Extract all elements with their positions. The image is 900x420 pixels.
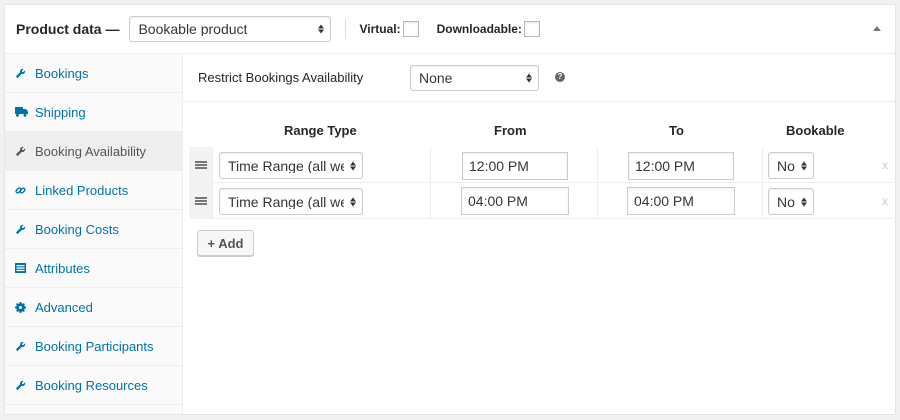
tab-label: Linked Products	[35, 182, 129, 198]
tab-label: Booking Availability	[35, 143, 147, 159]
drag-handle-icon[interactable]	[189, 147, 213, 183]
tab-label: Booking Participants	[35, 338, 154, 354]
column-divider	[597, 183, 598, 219]
gear-icon	[15, 301, 35, 313]
range-type-select[interactable]: Time Range (all week)	[219, 152, 363, 179]
header-divider	[345, 19, 347, 39]
from-time-input[interactable]: 12:00 PM	[462, 152, 568, 180]
tab-label: Booking Resources	[35, 377, 148, 393]
product-data-title: Product data —	[16, 21, 120, 37]
availability-table-header: Range Type From To Bookable	[183, 105, 895, 151]
tab-booking-resources[interactable]: Booking Resources	[5, 366, 182, 405]
tab-shipping[interactable]: Shipping	[5, 93, 182, 132]
wrench-icon	[15, 224, 35, 235]
tab-label: Booking Costs	[35, 221, 119, 237]
truck-icon	[15, 107, 35, 117]
tab-advanced[interactable]: Advanced	[5, 288, 182, 327]
table-row: Time Range (all week) 12:00 PM 12:00 PM …	[189, 147, 892, 183]
virtual-checkbox[interactable]	[402, 21, 419, 37]
bookable-select[interactable]: No	[768, 188, 814, 215]
column-bookable: Bookable	[786, 123, 845, 138]
wrench-icon	[15, 380, 35, 391]
link-icon	[15, 185, 35, 196]
to-time-input[interactable]: 12:00 PM	[628, 152, 734, 180]
range-type-select[interactable]: Time Range (all week)	[219, 188, 363, 215]
help-icon[interactable]: ?	[555, 72, 565, 82]
bookable-select[interactable]: No	[768, 152, 814, 179]
column-to: To	[669, 123, 684, 138]
downloadable-label: Downloadable:	[436, 22, 522, 36]
product-data-tabs: Bookings Shipping Booking Availability L…	[5, 54, 183, 414]
downloadable-checkbox[interactable]	[523, 21, 540, 37]
delete-row-icon[interactable]: x	[882, 194, 888, 208]
product-data-header: Product data — Bookable product Virtual:…	[5, 5, 895, 54]
tab-label: Shipping	[35, 104, 86, 120]
column-from: From	[494, 123, 527, 138]
tab-bookings[interactable]: Bookings	[5, 54, 182, 93]
select-arrows-icon	[318, 24, 325, 34]
select-arrows-icon	[350, 197, 356, 206]
wrench-icon	[15, 341, 35, 352]
restrict-availability-row: Restrict Bookings Availability None ?	[183, 54, 895, 102]
tab-label: Bookings	[35, 65, 89, 81]
tab-booking-availability[interactable]: Booking Availability	[5, 132, 182, 171]
virtual-label: Virtual:	[359, 22, 401, 36]
tab-label: Advanced	[35, 299, 93, 315]
product-type-select[interactable]: Bookable product	[129, 16, 332, 42]
booking-availability-panel: Restrict Bookings Availability None ? Ra…	[183, 54, 895, 414]
select-arrows-icon	[801, 197, 807, 206]
select-arrows-icon	[350, 161, 356, 170]
column-divider	[762, 147, 763, 183]
column-divider	[597, 147, 598, 183]
from-time-input[interactable]: 04:00 PM	[461, 187, 569, 215]
tab-booking-costs[interactable]: Booking Costs	[5, 210, 182, 249]
tab-attributes[interactable]: Attributes	[5, 249, 182, 288]
add-range-button[interactable]: + Add	[197, 230, 254, 256]
to-time-input[interactable]: 04:00 PM	[627, 187, 735, 215]
wrench-icon	[15, 146, 35, 157]
select-arrows-icon	[526, 73, 532, 82]
tab-label: Attributes	[35, 260, 90, 276]
drag-handle-icon[interactable]	[189, 183, 213, 219]
tab-linked-products[interactable]: Linked Products	[5, 171, 182, 210]
restrict-availability-select[interactable]: None	[410, 64, 539, 91]
collapse-arrow-icon[interactable]	[873, 26, 881, 31]
delete-row-icon[interactable]: x	[882, 158, 888, 172]
wrench-icon	[15, 68, 35, 79]
restrict-availability-label: Restrict Bookings Availability	[198, 70, 364, 85]
column-range-type: Range Type	[284, 123, 357, 138]
list-icon	[15, 263, 35, 273]
tab-booking-participants[interactable]: Booking Participants	[5, 327, 182, 366]
table-row: Time Range (all week) 04:00 PM 04:00 PM …	[189, 183, 892, 219]
column-divider	[430, 183, 431, 219]
select-arrows-icon	[801, 161, 807, 170]
column-divider	[762, 183, 763, 219]
product-data-panel: Product data — Bookable product Virtual:…	[4, 4, 896, 415]
column-divider	[430, 147, 431, 183]
